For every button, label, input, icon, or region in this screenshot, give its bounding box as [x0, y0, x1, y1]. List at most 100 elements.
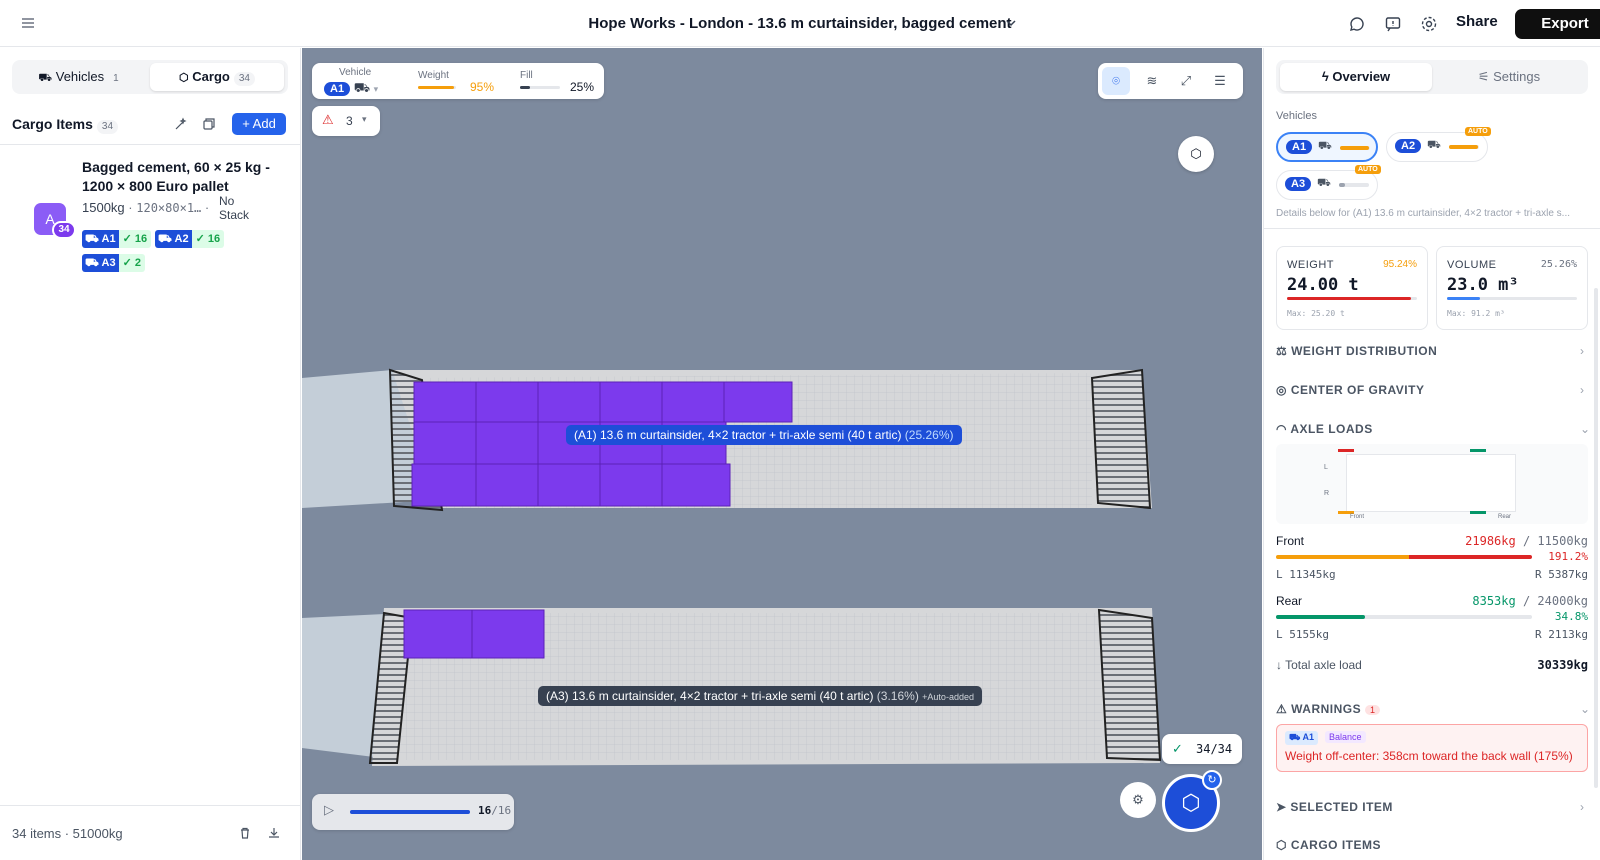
rear-axle-load: 8353kg / 24000kg	[1472, 594, 1588, 608]
weight-label: Weight	[418, 70, 449, 81]
sliders-icon[interactable]: ☰	[1206, 67, 1234, 95]
tab-overview[interactable]: ϟ Overview	[1280, 63, 1432, 91]
vehicle-load-bar	[1340, 146, 1370, 150]
vehicle-load-bar	[1339, 183, 1369, 187]
tab-vehicles[interactable]: ⛟ Vehicles 1	[16, 63, 146, 91]
weight-stat-card: WEIGHT 95.24% 24.00 t Max: 25.20 t	[1276, 246, 1428, 330]
volume-stat-card: VOLUME 25.26% 23.0 m³ Max: 91.2 m³	[1436, 246, 1588, 330]
check-icon: ✓	[1172, 741, 1183, 756]
playback-slider[interactable]	[350, 810, 470, 814]
total-axle-label: ↓ Total axle load	[1276, 658, 1362, 672]
front-axle-marker	[1338, 449, 1354, 452]
tab-settings[interactable]: ⚟ Settings	[1434, 63, 1584, 91]
3d-viewport[interactable]: Vehicle A1 ⛟ ▾ Weight 95% Fill 25% ⚠ 3 ▾…	[302, 48, 1262, 860]
vehicles-label: Vehicles	[1276, 110, 1317, 122]
magic-wand-icon[interactable]	[174, 117, 188, 131]
right-panel: ϟ Overview ⚟ Settings Vehicles A1 ⛟ A2 ⛟…	[1263, 48, 1600, 860]
rear-axle-limit: / 24000kg	[1522, 594, 1588, 608]
axle-diagram: L R Front Rear	[1276, 444, 1588, 524]
export-button[interactable]: Export	[1515, 9, 1600, 39]
assignment-tag-a2[interactable]: ⛟ A2 ✓ 16	[155, 230, 225, 248]
truck-icon: ⛟	[1318, 140, 1332, 152]
rear-axle-left: L 5155kg	[1276, 628, 1329, 641]
snap-icon[interactable]: ⌾	[1102, 67, 1130, 95]
section-center-of-gravity[interactable]: ◎ CENTER OF GRAVITY ›	[1276, 383, 1584, 397]
warning-vehicle-label: A1	[1302, 732, 1315, 742]
chevron-down-icon[interactable]	[1004, 16, 1018, 30]
tab-settings-label: Settings	[1493, 69, 1541, 84]
assignment-vehicle: ⛟ A3	[82, 254, 119, 272]
filter-icon[interactable]: ⚙	[1120, 782, 1156, 818]
share-button[interactable]: Share	[1456, 13, 1498, 30]
volume-stat-bar	[1447, 297, 1577, 300]
cargo-items-header: Cargo Items 34	[12, 116, 119, 134]
section-warnings-label: WARNINGS	[1291, 702, 1362, 716]
play-icon[interactable]: ▷	[324, 802, 334, 818]
volume-stat-pct: 25.26%	[1540, 259, 1577, 270]
assignment-count: ✓ 16	[191, 230, 225, 248]
scrollbar[interactable]	[1594, 288, 1598, 788]
vehicle-pill: A1	[324, 82, 351, 96]
cargo-stack: No Stack	[219, 194, 250, 222]
assignment-vehicle: ⛟ A2	[155, 230, 192, 248]
rear-axle-marker-bottom	[1470, 511, 1486, 514]
chat-icon[interactable]	[1348, 15, 1366, 33]
refresh-icon[interactable]: ↻	[1202, 770, 1222, 790]
warnings-count: 1	[1364, 705, 1381, 715]
rear-axle-right: R 2113kg	[1535, 628, 1588, 641]
layers-icon[interactable]: ≋	[1138, 67, 1166, 95]
truck-icon: ⛟	[353, 80, 371, 95]
tab-vehicles-label: Vehicles	[55, 69, 105, 84]
scene[interactable]	[302, 48, 1262, 860]
section-axle-loads[interactable]: ◠ AXLE LOADS ⌄	[1276, 422, 1590, 436]
auto-badge: AUTO	[1465, 127, 1491, 136]
assignment-vehicle-label: A3	[101, 257, 116, 269]
warning-card[interactable]: ⛟ A1 Balance Weight off-center: 358cm to…	[1276, 724, 1588, 772]
assignment-tag-a1[interactable]: ⛟ A1 ✓ 16	[82, 230, 152, 248]
assignment-vehicle-label: A2	[174, 233, 189, 245]
duplicate-icon[interactable]	[202, 117, 216, 131]
section-weight-distribution[interactable]: ⚖ WEIGHT DISTRIBUTION ›	[1276, 344, 1584, 358]
weight-value: 95%	[470, 80, 495, 94]
vehicle-chip-pill: A1	[1286, 140, 1313, 154]
chevron-down-icon: ▾	[362, 114, 367, 124]
section-cargo-items[interactable]: ⬡ CARGO ITEMS	[1276, 838, 1381, 852]
vehicle-chip-pill: A3	[1285, 177, 1312, 191]
chevron-right-icon: ›	[1580, 800, 1585, 814]
tab-overview-label: Overview	[1332, 69, 1391, 84]
feedback-icon[interactable]	[1384, 15, 1402, 33]
tab-cargo-label: Cargo	[192, 69, 230, 84]
tab-cargo[interactable]: ⬡ Cargo 34	[150, 63, 284, 91]
view-cube-icon[interactable]: ⬡	[1178, 136, 1214, 172]
front-axle-right: R 5387kg	[1535, 568, 1588, 581]
trash-icon[interactable]	[238, 826, 252, 840]
assignment-vehicle-label: A1	[101, 233, 116, 245]
cube-icon: ⬡	[1181, 790, 1201, 815]
vehicle-load-bar	[1449, 145, 1479, 149]
gear-icon[interactable]	[1420, 15, 1438, 33]
playback-total: /16	[491, 804, 512, 817]
download-icon[interactable]	[267, 826, 281, 840]
section-selected-item[interactable]: ➤ SELECTED ITEM ›	[1276, 800, 1584, 814]
vehicle-chip-a1[interactable]: A1 ⛟	[1276, 132, 1378, 162]
target-icon: ◎	[1276, 383, 1287, 397]
assignment-vehicle: ⛟ A1	[82, 230, 119, 248]
cargo-qty-badge: 34	[52, 221, 76, 239]
vehicle-label: Vehicle	[339, 67, 372, 78]
add-cargo-button[interactable]: + Add	[232, 113, 286, 135]
vehicle-select[interactable]: A1 ⛟ ▾	[324, 80, 378, 98]
vehicle-chip-a2[interactable]: A2 ⛟ AUTO	[1386, 127, 1491, 162]
tooltip-a3-text: (A3) 13.6 m curtainsider, 4×2 tractor + …	[546, 689, 874, 703]
section-warnings[interactable]: ⚠ WARNINGS 1 ⌄	[1276, 702, 1590, 716]
truck-icon: ⛟	[1427, 139, 1441, 151]
chevron-down-icon: ▾	[373, 84, 379, 94]
playback-current: 16	[478, 804, 492, 817]
warnings-dropdown[interactable]: ⚠ 3 ▾	[312, 106, 380, 136]
cargo-item-title: Bagged cement, 60 × 25 kg - 1200 × 800 E…	[82, 159, 270, 194]
vehicle-chip-a3[interactable]: A3 ⛟ AUTO	[1276, 165, 1381, 200]
cargo-item-meta: 1500kg · 120×80×1… ·	[82, 200, 210, 215]
assignment-tag-a3[interactable]: ⛟ A3 ✓ 2	[82, 254, 145, 272]
fullscreen-icon[interactable]: ⤢	[1172, 67, 1200, 95]
rear-axle-pct: 34.8%	[1554, 610, 1588, 623]
tab-cargo-count: 34	[233, 72, 255, 86]
